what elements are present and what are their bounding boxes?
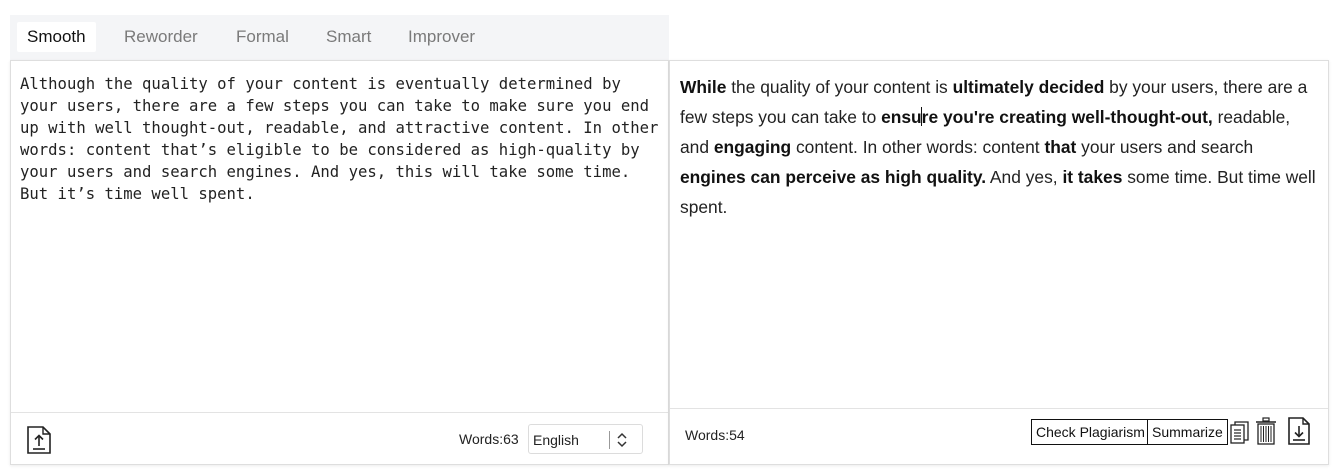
- output-text[interactable]: While the quality of your content is ult…: [680, 72, 1320, 222]
- tab-smooth[interactable]: Smooth: [17, 22, 96, 52]
- output-changed-phrase: ensu: [881, 107, 922, 127]
- upload-file-icon[interactable]: [26, 426, 52, 454]
- output-word-count: Words:54: [685, 427, 745, 443]
- output-unchanged-phrase: And yes,: [986, 167, 1063, 187]
- language-select[interactable]: English: [528, 424, 643, 454]
- copy-icon[interactable]: [1230, 421, 1250, 445]
- language-select-divider: [609, 431, 610, 449]
- output-panel: While the quality of your content is ult…: [669, 60, 1329, 465]
- tab-improver[interactable]: Improver: [398, 22, 485, 52]
- input-panel: Although the quality of your content is …: [10, 60, 669, 465]
- output-changed-phrase: engaging: [713, 137, 792, 157]
- summarize-button[interactable]: Summarize: [1147, 419, 1228, 445]
- input-footer: Words:63 English: [11, 412, 668, 464]
- download-file-icon[interactable]: [1287, 417, 1311, 445]
- output-footer: Words:54 Check Plagiarism Summarize: [670, 408, 1328, 464]
- input-word-count: Words:63: [459, 431, 519, 447]
- output-unchanged-phrase: content. In other words: content: [791, 137, 1045, 157]
- output-unchanged-phrase: the quality of your content is: [726, 77, 953, 97]
- output-changed-phrase: ultimately decided: [952, 77, 1105, 97]
- output-changed-phrase: it takes: [1062, 167, 1123, 187]
- output-changed-phrase: that: [1044, 137, 1077, 157]
- mode-tabbar: Smooth Reworder Formal Smart Improver: [10, 15, 669, 60]
- output-changed-phrase: engines can perceive as high quality.: [680, 167, 987, 187]
- chevron-up-down-icon: [615, 430, 629, 450]
- output-unchanged-phrase: your users and search: [1076, 137, 1254, 157]
- check-plagiarism-button[interactable]: Check Plagiarism: [1031, 419, 1150, 445]
- tab-reworder[interactable]: Reworder: [114, 22, 208, 52]
- output-changed-phrase: While: [680, 77, 727, 97]
- tab-smart[interactable]: Smart: [316, 22, 381, 52]
- tab-formal[interactable]: Formal: [226, 22, 299, 52]
- trash-icon[interactable]: [1255, 417, 1277, 445]
- language-select-value: English: [533, 432, 579, 448]
- output-changed-phrase: re you're creating well-thought-out,: [921, 107, 1213, 127]
- input-textarea[interactable]: Although the quality of your content is …: [20, 73, 660, 205]
